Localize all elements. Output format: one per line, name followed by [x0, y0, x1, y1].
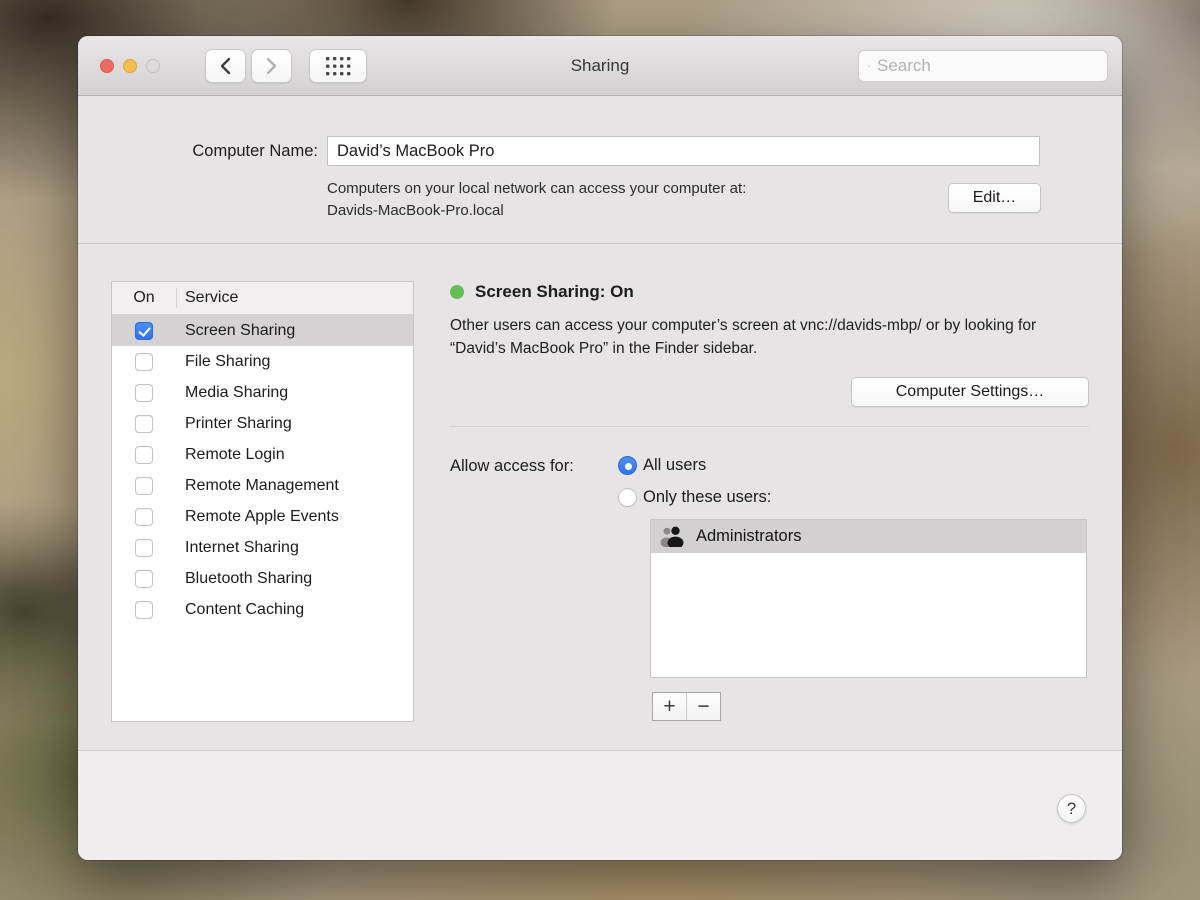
chevron-left-icon — [220, 57, 231, 75]
service-label: Content Caching — [176, 601, 304, 619]
service-row[interactable]: Media Sharing — [112, 377, 413, 408]
service-checkbox-cell — [112, 477, 176, 495]
service-checkbox-cell — [112, 539, 176, 557]
group-icon — [659, 526, 686, 547]
main-content: On Service Screen Sharing File Sharing Med… — [78, 244, 1122, 750]
grid-icon — [326, 57, 351, 76]
service-row[interactable]: Remote Login — [112, 439, 413, 470]
service-label: Remote Management — [176, 477, 339, 495]
all-users-radio[interactable] — [618, 456, 637, 475]
service-checkbox[interactable] — [135, 446, 153, 464]
add-remove-button-group: + − — [652, 692, 721, 721]
service-checkbox[interactable] — [135, 353, 153, 371]
column-header-service: Service — [176, 289, 238, 307]
service-checkbox-cell — [112, 322, 176, 340]
service-status-title: Screen Sharing: On — [475, 282, 634, 302]
service-status-row: Screen Sharing: On — [450, 282, 634, 302]
services-table-header: On Service — [112, 282, 413, 315]
service-label: Media Sharing — [176, 384, 288, 402]
user-group-row[interactable]: Administrators — [651, 520, 1086, 553]
service-checkbox-cell — [112, 601, 176, 619]
service-row[interactable]: Remote Apple Events — [112, 501, 413, 532]
service-checkbox-cell — [112, 415, 176, 433]
allow-access-label: Allow access for: — [450, 457, 574, 476]
computer-name-description: Computers on your local network can acce… — [327, 178, 746, 222]
service-checkbox[interactable] — [135, 570, 153, 588]
sharing-preferences-window: Sharing Compu — [78, 36, 1122, 860]
service-label: Printer Sharing — [176, 415, 292, 433]
remove-user-button[interactable]: − — [687, 693, 720, 720]
service-label: Remote Apple Events — [176, 508, 339, 526]
service-checkbox-cell — [112, 446, 176, 464]
computer-name-section: Computer Name: Computers on your local n… — [78, 96, 1122, 244]
radio-row-only-these-users: Only these users: — [618, 488, 771, 507]
service-row[interactable]: Content Caching — [112, 594, 413, 625]
only-these-users-radio[interactable] — [618, 488, 637, 507]
service-checkbox-cell — [112, 570, 176, 588]
forward-button[interactable] — [251, 49, 292, 83]
back-button[interactable] — [205, 49, 246, 83]
all-users-label: All users — [643, 456, 706, 475]
service-row[interactable]: Screen Sharing — [112, 315, 413, 346]
services-rows: Screen Sharing File Sharing Media Sharing P… — [112, 315, 413, 625]
service-row[interactable]: Bluetooth Sharing — [112, 563, 413, 594]
chevron-right-icon — [266, 57, 277, 75]
search-icon — [868, 58, 870, 74]
services-table: On Service Screen Sharing File Sharing Med… — [111, 281, 414, 722]
service-checkbox-cell — [112, 353, 176, 371]
computer-name-description-line2: Davids-MacBook-Pro.local — [327, 200, 746, 222]
service-row[interactable]: Internet Sharing — [112, 532, 413, 563]
show-all-preferences-button[interactable] — [309, 49, 367, 83]
service-label: Remote Login — [176, 446, 285, 464]
service-checkbox[interactable] — [135, 415, 153, 433]
service-checkbox[interactable] — [135, 322, 153, 340]
service-row[interactable]: Remote Management — [112, 470, 413, 501]
service-checkbox[interactable] — [135, 601, 153, 619]
edit-button[interactable]: Edit… — [948, 183, 1041, 213]
computer-name-input[interactable] — [327, 136, 1040, 166]
service-label: File Sharing — [176, 353, 270, 371]
footer-bar: ? — [78, 750, 1122, 860]
allowed-users-list: Administrators — [650, 519, 1087, 678]
only-these-users-label: Only these users: — [643, 488, 771, 507]
service-checkbox[interactable] — [135, 539, 153, 557]
service-checkbox[interactable] — [135, 508, 153, 526]
radio-row-all-users: All users — [618, 456, 706, 475]
service-label: Bluetooth Sharing — [176, 570, 312, 588]
service-label: Internet Sharing — [176, 539, 299, 557]
service-row[interactable]: File Sharing — [112, 346, 413, 377]
service-row[interactable]: Printer Sharing — [112, 408, 413, 439]
service-checkbox-cell — [112, 384, 176, 402]
search-field[interactable] — [858, 50, 1108, 82]
service-label: Screen Sharing — [176, 322, 295, 340]
column-divider — [176, 288, 177, 308]
service-checkbox[interactable] — [135, 477, 153, 495]
help-button[interactable]: ? — [1057, 794, 1086, 823]
search-input[interactable] — [877, 56, 1098, 76]
computer-name-label: Computer Name: — [78, 142, 318, 161]
service-description: Other users can access your computer’s s… — [450, 314, 1072, 360]
title-bar: Sharing — [78, 36, 1122, 96]
column-header-on: On — [112, 289, 176, 307]
status-green-dot — [450, 285, 464, 299]
user-rows: Administrators — [651, 520, 1086, 553]
user-group-name: Administrators — [696, 527, 801, 546]
service-checkbox[interactable] — [135, 384, 153, 402]
computer-name-description-line1: Computers on your local network can acce… — [327, 178, 746, 200]
service-checkbox-cell — [112, 508, 176, 526]
computer-settings-button[interactable]: Computer Settings… — [851, 377, 1089, 407]
panel-divider — [450, 426, 1089, 427]
add-user-button[interactable]: + — [653, 693, 686, 720]
